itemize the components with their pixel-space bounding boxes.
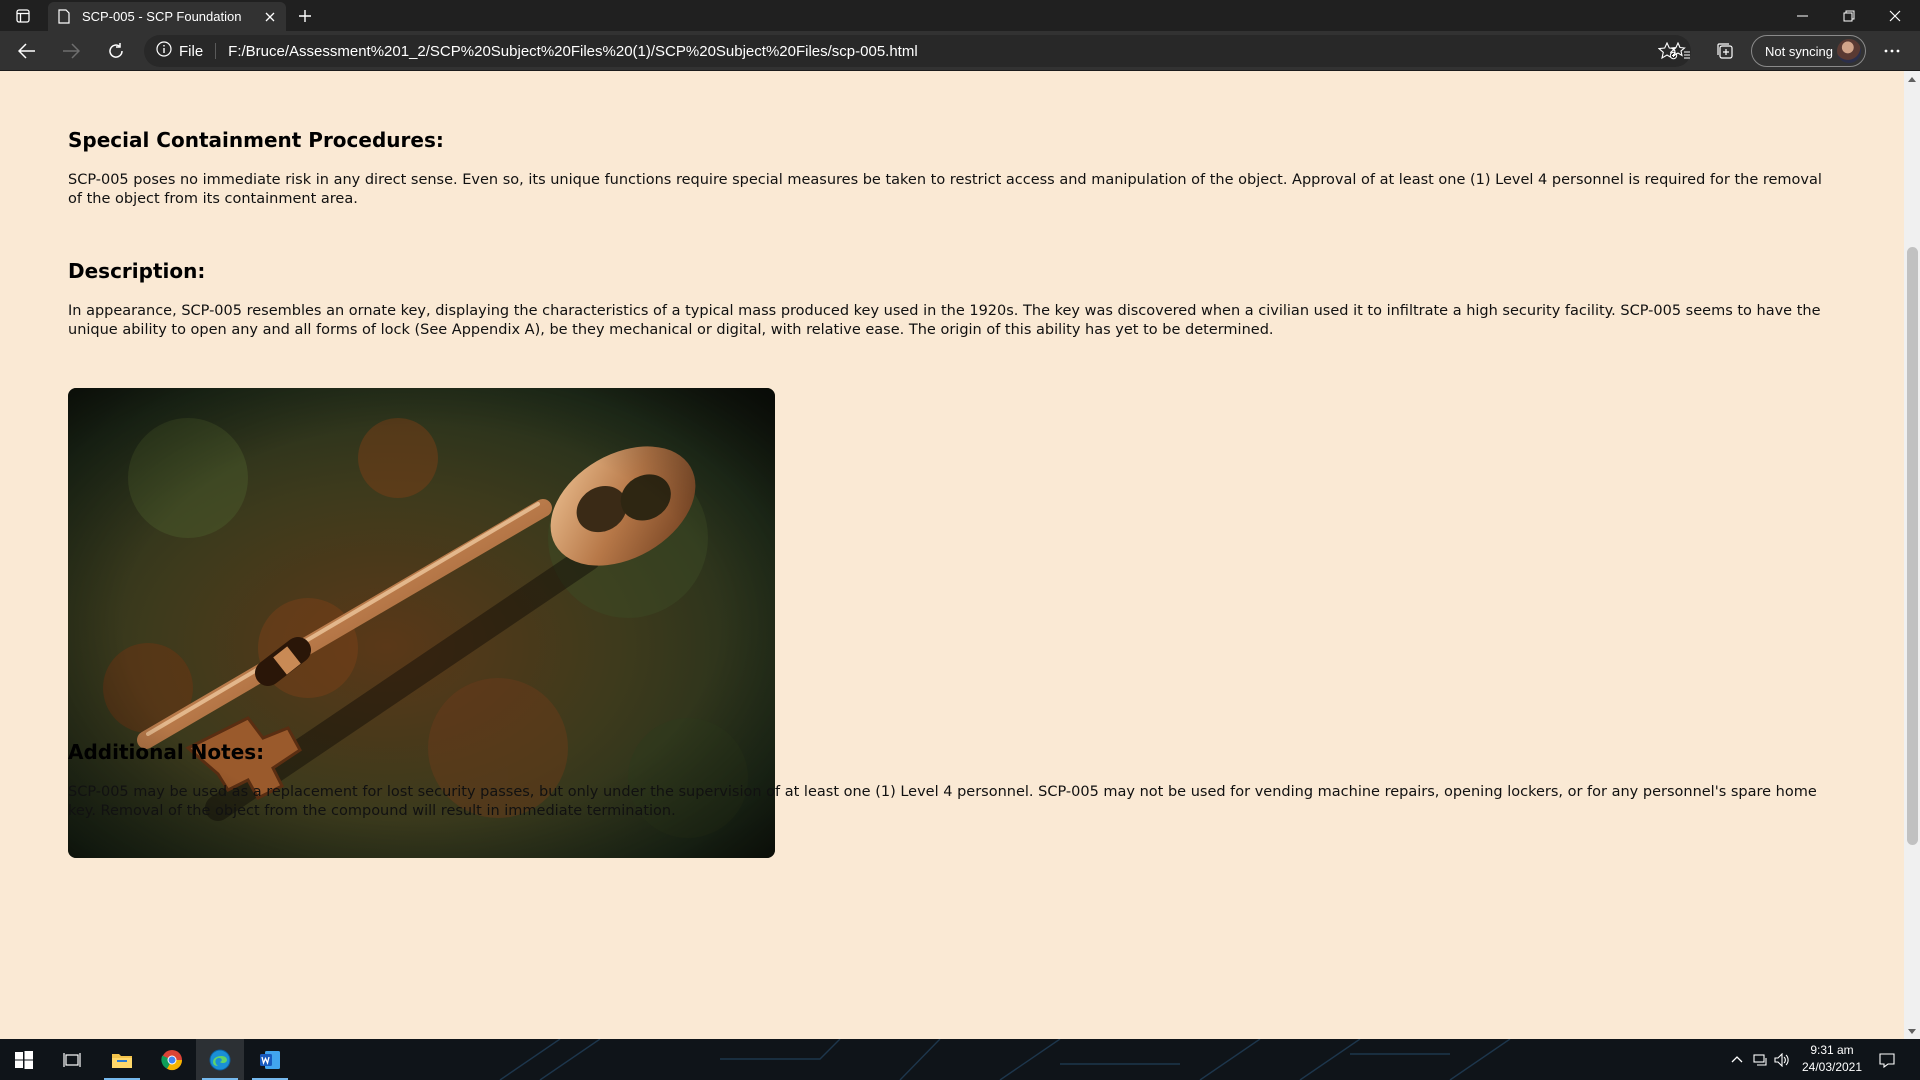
forward-icon[interactable] bbox=[56, 36, 86, 66]
favorites-icon[interactable] bbox=[1666, 37, 1696, 65]
system-clock[interactable]: 9:31 am 24/03/2021 bbox=[1792, 1042, 1872, 1076]
section-heading-containment: Special Containment Procedures: bbox=[68, 128, 444, 152]
edge-icon[interactable] bbox=[196, 1039, 244, 1080]
page-file-icon bbox=[58, 8, 72, 25]
section-text-containment: SCP-005 poses no immediate risk in any d… bbox=[68, 172, 1822, 207]
taskbar-wallpaper bbox=[499, 1039, 1511, 1080]
file-explorer-icon[interactable] bbox=[98, 1039, 146, 1080]
close-window-icon[interactable] bbox=[1872, 0, 1918, 31]
page-viewport: Special Containment Procedures: SCP-005 … bbox=[0, 71, 1904, 1039]
volume-icon[interactable] bbox=[1772, 1039, 1792, 1080]
info-icon bbox=[156, 40, 172, 62]
avatar bbox=[1837, 39, 1861, 63]
back-icon[interactable] bbox=[12, 36, 42, 66]
section-text-description: In appearance, SCP-005 resembles an orna… bbox=[68, 303, 1821, 338]
profile-sync-label: Not syncing bbox=[1765, 43, 1833, 59]
section-heading-description: Description: bbox=[68, 259, 206, 283]
chrome-icon[interactable] bbox=[148, 1039, 196, 1080]
browser-titlebar: SCP-005 - SCP Foundation bbox=[0, 0, 1920, 31]
close-tab-icon[interactable] bbox=[258, 5, 282, 29]
action-center-icon[interactable] bbox=[1872, 1039, 1902, 1080]
collections-icon[interactable] bbox=[1710, 37, 1740, 65]
windows-taskbar: 9:31 am 24/03/2021 bbox=[0, 1039, 1920, 1080]
tab-title: SCP-005 - SCP Foundation bbox=[82, 9, 242, 24]
scroll-thumb[interactable] bbox=[1907, 247, 1918, 845]
more-options-icon[interactable] bbox=[1877, 37, 1907, 65]
section-text-notes: SCP-005 may be used as a replacement for… bbox=[68, 784, 1817, 819]
word-icon[interactable] bbox=[246, 1039, 294, 1080]
restore-icon[interactable] bbox=[1826, 0, 1872, 31]
tab-active[interactable]: SCP-005 - SCP Foundation bbox=[48, 2, 286, 31]
scroll-down-icon[interactable] bbox=[1904, 1023, 1920, 1039]
new-tab-icon[interactable] bbox=[292, 4, 318, 28]
start-windows-icon[interactable] bbox=[0, 1039, 48, 1080]
page-scrollbar[interactable] bbox=[1904, 71, 1920, 1039]
address-bar[interactable]: File F:/Bruce/Assessment%201_2/SCP%20Sub… bbox=[144, 35, 1691, 67]
tab-actions-icon[interactable] bbox=[8, 6, 38, 26]
profile-button[interactable]: Not syncing bbox=[1751, 35, 1866, 67]
address-separator bbox=[215, 43, 217, 59]
url-text[interactable]: F:/Bruce/Assessment%201_2/SCP%20Subject%… bbox=[228, 43, 918, 60]
site-info-button[interactable]: File bbox=[156, 35, 203, 67]
task-view-icon[interactable] bbox=[48, 1039, 96, 1080]
section-heading-notes: Additional Notes: bbox=[68, 740, 265, 764]
clock-date: 24/03/2021 bbox=[1801, 1060, 1863, 1074]
browser-toolbar: File F:/Bruce/Assessment%201_2/SCP%20Sub… bbox=[0, 31, 1920, 71]
site-info-label: File bbox=[179, 42, 204, 60]
refresh-icon[interactable] bbox=[101, 36, 131, 66]
clock-time: 9:31 am bbox=[1810, 1043, 1854, 1057]
show-hidden-icons-icon[interactable] bbox=[1728, 1039, 1746, 1080]
scroll-up-icon[interactable] bbox=[1904, 71, 1920, 87]
network-icon[interactable] bbox=[1750, 1039, 1772, 1080]
minimize-icon[interactable] bbox=[1780, 0, 1826, 31]
